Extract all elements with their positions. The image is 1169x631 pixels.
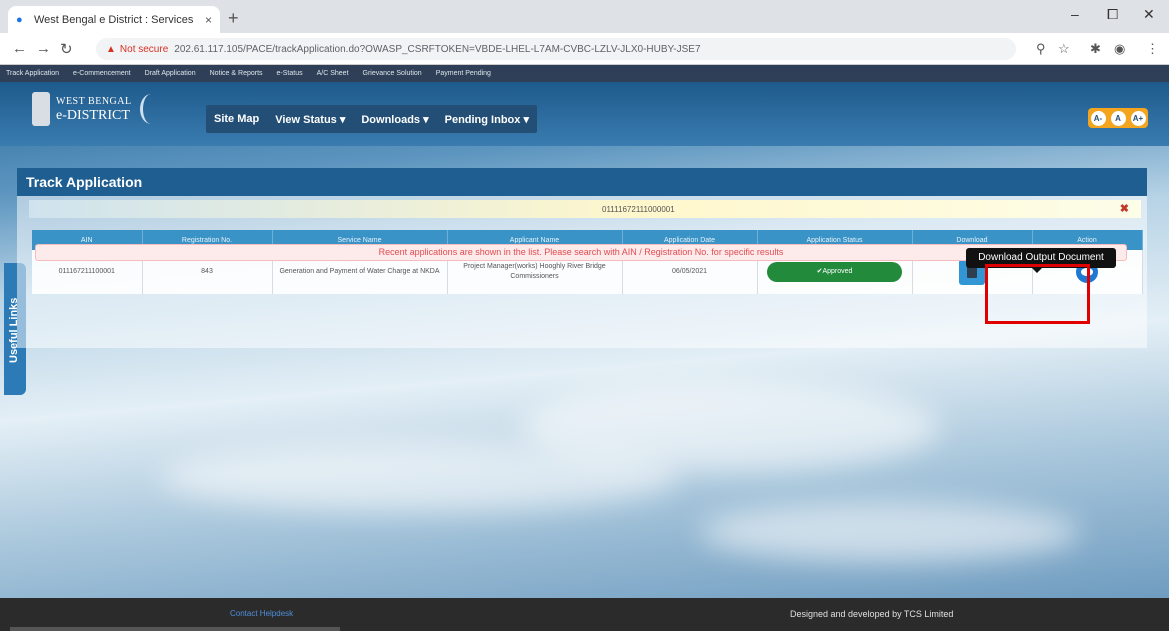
minimize-button[interactable]: – xyxy=(1071,6,1079,22)
browser-tab[interactable]: ● West Bengal e District : Services × xyxy=(8,6,220,33)
tab-title: West Bengal e District : Services xyxy=(34,13,194,26)
logo-line2: e-DISTRICT xyxy=(56,108,130,123)
footer-scroll-bar[interactable] xyxy=(10,627,340,631)
state-emblem-icon xyxy=(32,92,50,126)
warning-icon: ▲ xyxy=(106,43,116,55)
font-decrease-button[interactable]: A- xyxy=(1090,110,1106,126)
quick-link[interactable]: e-Commencement xyxy=(73,70,131,77)
site-footer: Contact Helpdesk Designed and developed … xyxy=(0,598,1169,631)
menu-view-status[interactable]: View Status ▾ xyxy=(267,113,353,126)
url-bar[interactable]: ▲ Not secure 202.61.117.105/PACE/trackAp… xyxy=(96,38,1016,60)
font-increase-button[interactable]: A+ xyxy=(1130,110,1146,126)
new-tab-button[interactable]: + xyxy=(228,8,239,29)
address-bar-row: ← → ↻ ▲ Not secure 202.61.117.105/PACE/t… xyxy=(0,33,1169,65)
bookmark-star-icon[interactable]: ☆ xyxy=(1058,41,1070,57)
clear-search-icon[interactable]: ✖ xyxy=(1120,202,1129,215)
search-input[interactable] xyxy=(602,203,842,216)
menu-site-map[interactable]: Site Map xyxy=(206,113,267,125)
browser-tab-bar: ● West Bengal e District : Services × + … xyxy=(0,0,1169,33)
close-window-button[interactable]: ✕ xyxy=(1143,6,1155,23)
background-cloud xyxy=(160,442,680,512)
logo-line1: WEST BENGAL xyxy=(56,96,132,107)
highlight-box xyxy=(985,264,1090,324)
quick-links-bar: Track Application e-Commencement Draft A… xyxy=(0,65,1169,82)
reload-icon[interactable]: ↻ xyxy=(60,40,73,58)
info-notice: Recent applications are shown in the lis… xyxy=(35,244,1127,261)
footer-credit: Designed and developed by TCS Limited xyxy=(790,609,954,619)
menu-downloads[interactable]: Downloads ▾ xyxy=(353,113,436,126)
contact-helpdesk-link[interactable]: Contact Helpdesk xyxy=(230,609,293,618)
quick-link[interactable]: Draft Application xyxy=(145,70,196,77)
logo-swoosh-icon xyxy=(139,94,162,124)
status-badge: ✔Approved xyxy=(767,262,902,282)
not-secure-label: Not secure xyxy=(119,43,169,55)
site-header: WEST BENGAL e-DISTRICT Site Map View Sta… xyxy=(0,82,1169,146)
menu-pending-inbox[interactable]: Pending Inbox ▾ xyxy=(437,113,537,126)
main-menu: Site Map View Status ▾ Downloads ▾ Pendi… xyxy=(206,105,537,133)
zoom-icon[interactable]: ⚲ xyxy=(1036,41,1046,57)
url-text: 202.61.117.105/PACE/trackApplication.do?… xyxy=(174,43,701,55)
search-bar: ✖ xyxy=(29,200,1141,218)
panel-title: Track Application xyxy=(17,168,1147,196)
site-logo[interactable]: WEST BENGAL e-DISTRICT xyxy=(32,92,162,126)
quick-link[interactable]: Track Application xyxy=(6,70,59,77)
page-background: WEST BENGAL e-DISTRICT Site Map View Sta… xyxy=(0,82,1169,598)
font-normal-button[interactable]: A xyxy=(1110,110,1126,126)
quick-link[interactable]: Notice & Reports xyxy=(210,70,263,77)
site-favicon-icon: ● xyxy=(16,13,23,26)
forward-icon[interactable]: → xyxy=(36,40,51,57)
quick-link[interactable]: e-Status xyxy=(277,70,303,77)
extensions-icon[interactable]: ✱ xyxy=(1090,41,1101,57)
background-cloud xyxy=(700,502,1080,562)
back-icon[interactable]: ← xyxy=(12,40,27,57)
maximize-button[interactable]: ⧠ xyxy=(1107,6,1118,23)
browser-menu-icon[interactable]: ⋮ xyxy=(1146,41,1159,57)
tab-close-icon[interactable]: × xyxy=(205,13,212,27)
font-size-controls: A- A A+ xyxy=(1088,108,1148,128)
profile-icon[interactable]: ◉ xyxy=(1114,41,1125,57)
quick-link[interactable]: A/C Sheet xyxy=(317,70,349,77)
quick-link[interactable]: Grievance Solution xyxy=(363,70,422,77)
quick-link[interactable]: Payment Pending xyxy=(436,70,491,77)
